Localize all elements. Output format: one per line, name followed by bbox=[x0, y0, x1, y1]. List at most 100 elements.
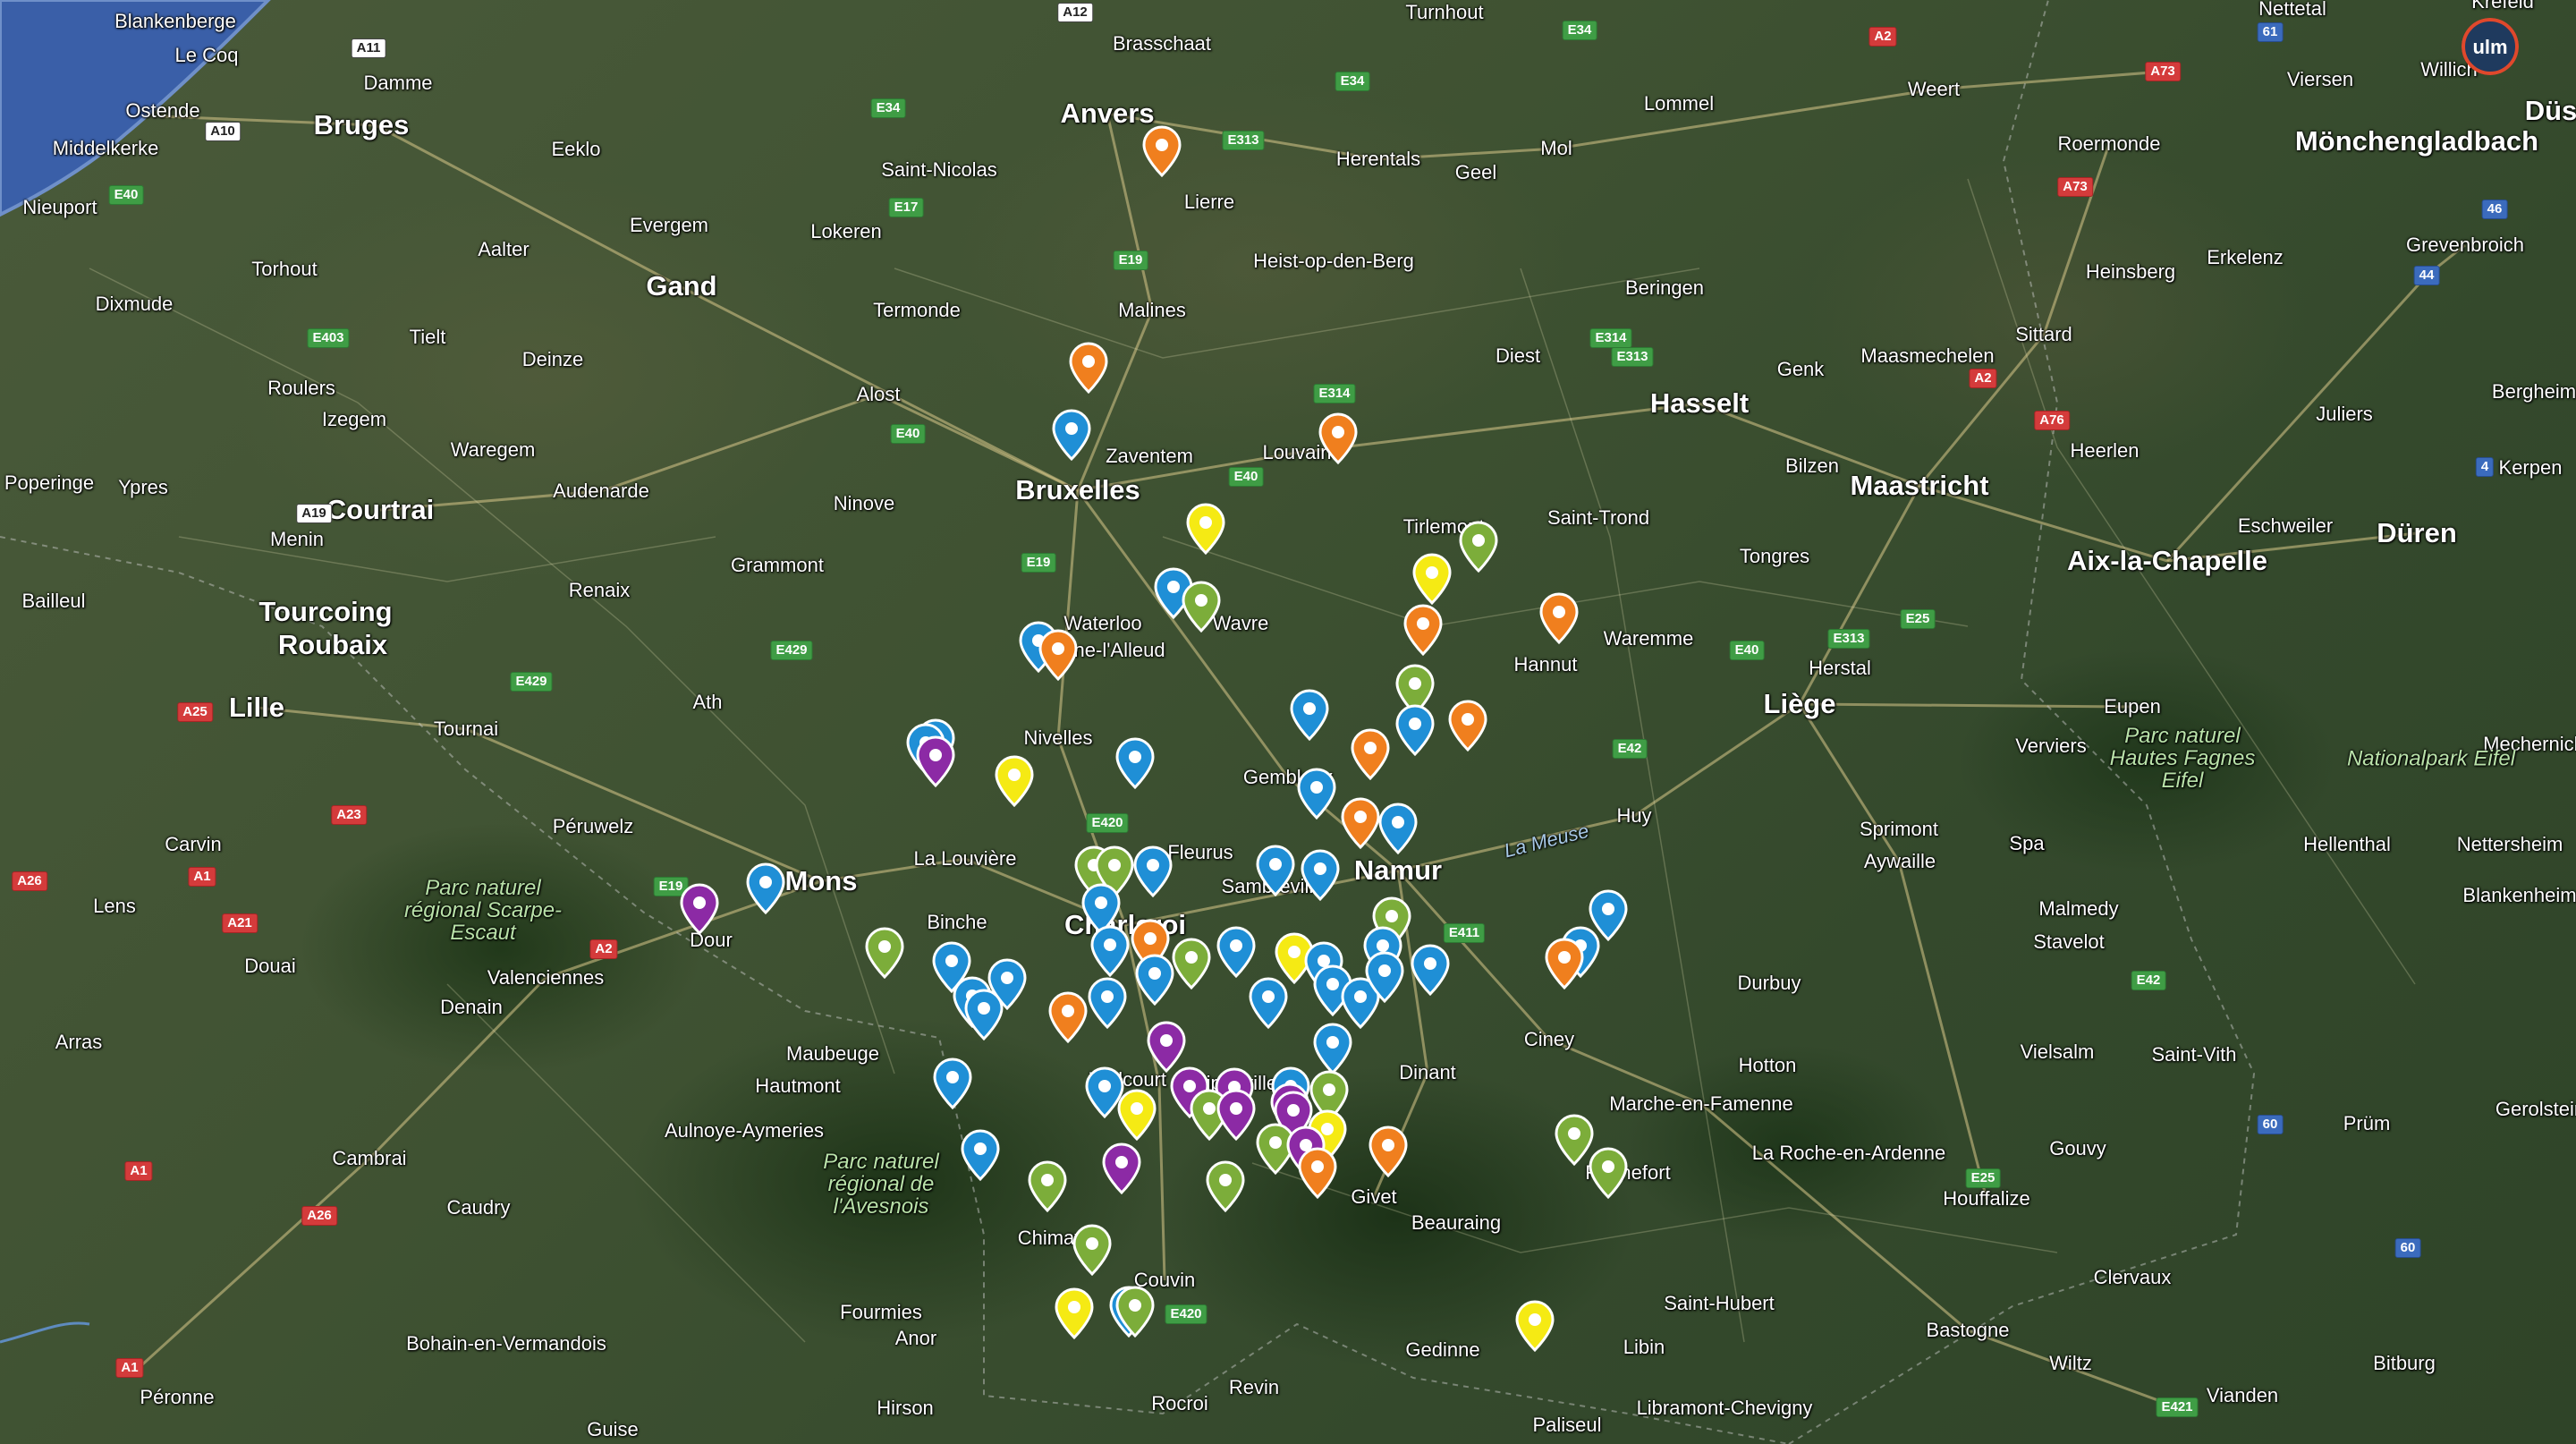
city-label: Mons bbox=[784, 865, 858, 896]
map-pin-blue[interactable] bbox=[1256, 845, 1295, 896]
city-label: Juliers bbox=[2316, 403, 2373, 425]
map-pin-orange[interactable] bbox=[1048, 991, 1088, 1043]
map-pin-blue[interactable] bbox=[746, 862, 785, 914]
city-label: Nivelles bbox=[1023, 726, 1093, 749]
map-pin-green[interactable] bbox=[1072, 1224, 1112, 1276]
park-label: Parc naturel régional de l'Avesnois bbox=[823, 1150, 939, 1219]
city-label: Grevenbroich bbox=[2405, 234, 2525, 256]
city-label: Stavelot bbox=[2033, 930, 2105, 953]
map-pin-orange[interactable] bbox=[1038, 629, 1078, 681]
map-pin-orange[interactable] bbox=[1448, 700, 1487, 752]
map-pin-purple[interactable] bbox=[1102, 1142, 1141, 1194]
city-label: Geel bbox=[1454, 161, 1497, 183]
map-pin-blue[interactable] bbox=[1378, 803, 1418, 854]
map-pin-blue[interactable] bbox=[1216, 926, 1256, 978]
city-label: Lille bbox=[228, 692, 285, 723]
city-label: Sprimont bbox=[1859, 818, 1939, 840]
map-pin-green[interactable] bbox=[1115, 1286, 1155, 1338]
city-label: Poperinge bbox=[4, 471, 95, 494]
park-label: Nationalpark Eifel bbox=[2346, 746, 2516, 771]
city-label: Rocroi bbox=[1151, 1392, 1208, 1414]
city-label: Menin bbox=[270, 528, 324, 550]
map-pin-blue[interactable] bbox=[1090, 925, 1130, 977]
map-pin-orange[interactable] bbox=[1142, 125, 1182, 177]
city-label: Malmedy bbox=[2038, 897, 2119, 920]
map-pin-orange[interactable] bbox=[1403, 604, 1443, 656]
map-pin-blue[interactable] bbox=[1313, 1023, 1352, 1075]
city-label: Dinant bbox=[1399, 1061, 1456, 1083]
map-pin-blue[interactable] bbox=[1297, 768, 1336, 820]
map-pin-blue[interactable] bbox=[964, 989, 1004, 1041]
map-pin-blue[interactable] bbox=[961, 1129, 1000, 1181]
road-shield: E34 bbox=[1335, 72, 1370, 91]
city-label: Gerolstein bbox=[2495, 1098, 2576, 1120]
road-shield: E411 bbox=[1443, 923, 1486, 943]
road-shield: A10 bbox=[205, 122, 241, 141]
map-pin-yellow[interactable] bbox=[1412, 553, 1452, 605]
road-shield: E314 bbox=[1589, 328, 1632, 348]
map-pin-orange[interactable] bbox=[1298, 1147, 1337, 1199]
map-pin-green[interactable] bbox=[865, 927, 904, 979]
map-pin-yellow[interactable] bbox=[1186, 503, 1225, 555]
map-pin-blue[interactable] bbox=[1052, 409, 1091, 461]
map-pin-blue[interactable] bbox=[1135, 954, 1174, 1006]
map-pin-blue[interactable] bbox=[1088, 977, 1127, 1029]
map-pin-blue[interactable] bbox=[1395, 704, 1435, 756]
map-pin-green[interactable] bbox=[1459, 521, 1498, 573]
city-label: Houffalize bbox=[1943, 1187, 2030, 1210]
map-pin-yellow[interactable] bbox=[1117, 1089, 1157, 1141]
map-pin-yellow[interactable] bbox=[1055, 1287, 1094, 1339]
city-label: Alost bbox=[856, 383, 901, 405]
city-label: Turnhout bbox=[1405, 1, 1484, 23]
map-pin-yellow[interactable] bbox=[995, 755, 1034, 807]
road-shield: A23 bbox=[331, 805, 367, 825]
city-label: Ath bbox=[692, 691, 723, 713]
city-label: Huy bbox=[1616, 804, 1652, 827]
city-label: Heinsberg bbox=[2085, 260, 2176, 283]
map-pin-blue[interactable] bbox=[1115, 737, 1155, 789]
road-shield: E25 bbox=[1900, 609, 1936, 629]
map-pin-blue[interactable] bbox=[933, 1058, 972, 1109]
map-pin-orange[interactable] bbox=[1318, 412, 1358, 464]
map-pin-orange[interactable] bbox=[1539, 592, 1579, 644]
map-pin-yellow[interactable] bbox=[1515, 1300, 1555, 1352]
map-pin-purple[interactable] bbox=[680, 883, 719, 935]
map-pin-blue[interactable] bbox=[1589, 889, 1628, 941]
map-pin-purple[interactable] bbox=[1147, 1021, 1186, 1073]
city-label: Spa bbox=[2009, 832, 2045, 854]
city-label: Waremme bbox=[1603, 627, 1694, 650]
map-pin-green[interactable] bbox=[1172, 938, 1211, 990]
city-label: Carvin bbox=[165, 833, 222, 855]
map-pin-purple[interactable] bbox=[916, 735, 955, 787]
map-pin-orange[interactable] bbox=[1069, 342, 1108, 394]
map-pin-blue[interactable] bbox=[1133, 845, 1173, 897]
city-label: Diest bbox=[1495, 344, 1541, 367]
map-pin-green[interactable] bbox=[1206, 1160, 1245, 1212]
map-pin-blue[interactable] bbox=[1301, 849, 1340, 901]
city-label: La Roche-en-Ardenne bbox=[1751, 1142, 1946, 1164]
city-label: Valenciennes bbox=[487, 966, 605, 989]
city-label: Saint-Hubert bbox=[1664, 1292, 1775, 1314]
road-shield: E19 bbox=[1113, 251, 1148, 270]
road-shield: A26 bbox=[301, 1206, 337, 1226]
map-pin-green[interactable] bbox=[1182, 581, 1221, 633]
map-pin-orange[interactable] bbox=[1341, 797, 1380, 849]
map-pin-orange[interactable] bbox=[1368, 1125, 1408, 1177]
map-pin-blue[interactable] bbox=[1365, 951, 1404, 1003]
city-label: Hellenthal bbox=[2303, 833, 2391, 855]
city-label: Aix-la-Chapelle bbox=[2067, 545, 2267, 576]
map-pin-blue[interactable] bbox=[1290, 689, 1329, 741]
city-label: Anor bbox=[894, 1327, 937, 1349]
map-pin-blue[interactable] bbox=[1249, 977, 1288, 1029]
map-pin-orange[interactable] bbox=[1545, 938, 1584, 990]
road-shield: 4 bbox=[2475, 457, 2495, 477]
road-shield: 44 bbox=[2413, 266, 2440, 285]
city-label: Zaventem bbox=[1106, 445, 1193, 467]
map-pin-blue[interactable] bbox=[1411, 944, 1450, 996]
map-pin-purple[interactable] bbox=[1216, 1089, 1256, 1141]
map-pin-green[interactable] bbox=[1028, 1160, 1067, 1212]
city-label: Tielt bbox=[409, 326, 446, 348]
map-canvas[interactable]: Blankenberge Le Coq Damme Ostende Bruges Midd… bbox=[0, 0, 2576, 1444]
map-pin-green[interactable] bbox=[1589, 1147, 1628, 1199]
map-pin-orange[interactable] bbox=[1351, 728, 1390, 780]
